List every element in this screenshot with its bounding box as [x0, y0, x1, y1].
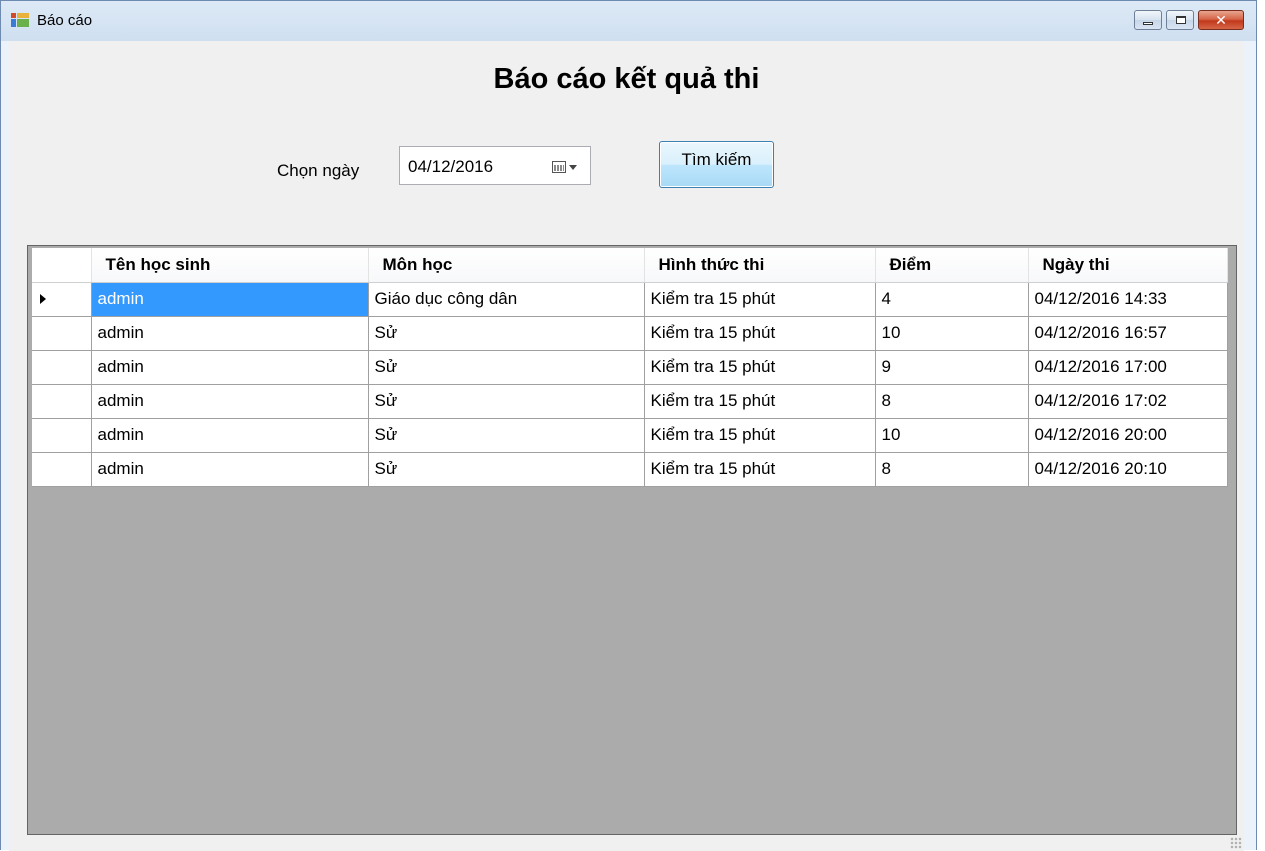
cell-exam-type[interactable]: Kiểm tra 15 phút	[644, 418, 876, 453]
table-row[interactable]: admin Sử Kiểm tra 15 phút 10 04/12/2016 …	[32, 316, 1228, 351]
row-header[interactable]	[32, 282, 92, 317]
minimize-button[interactable]	[1134, 10, 1162, 30]
results-grid[interactable]: Tên học sinh Môn học Hình thức thi Điểm …	[27, 245, 1237, 835]
corner-header[interactable]	[32, 248, 92, 283]
cell-student-name[interactable]: admin	[91, 350, 369, 385]
results-table: Tên học sinh Môn học Hình thức thi Điểm …	[32, 248, 1228, 487]
row-header[interactable]	[32, 418, 92, 453]
cell-student-name[interactable]: admin	[91, 282, 369, 317]
cell-score[interactable]: 4	[875, 282, 1029, 317]
cell-exam-date[interactable]: 04/12/2016 20:00	[1028, 418, 1228, 453]
cell-exam-type[interactable]: Kiểm tra 15 phút	[644, 316, 876, 351]
minimize-icon	[1143, 22, 1153, 25]
cell-score[interactable]: 10	[875, 316, 1029, 351]
search-button[interactable]: Tìm kiếm	[659, 141, 774, 188]
column-header-exam-date[interactable]: Ngày thi	[1028, 248, 1228, 283]
cell-subject[interactable]: Sử	[368, 316, 645, 351]
cell-exam-type[interactable]: Kiểm tra 15 phút	[644, 384, 876, 419]
page-title: Báo cáo kết quả thi	[493, 63, 760, 95]
cell-student-name[interactable]: admin	[91, 384, 369, 419]
cell-exam-type[interactable]: Kiểm tra 15 phút	[644, 350, 876, 385]
close-icon: ✕	[1215, 12, 1227, 28]
cell-student-name[interactable]: admin	[91, 418, 369, 453]
cell-exam-type[interactable]: Kiểm tra 15 phút	[644, 452, 876, 487]
row-header[interactable]	[32, 316, 92, 351]
window-title: Báo cáo	[37, 12, 93, 29]
cell-exam-date[interactable]: 04/12/2016 16:57	[1028, 316, 1228, 351]
chevron-down-icon[interactable]	[569, 165, 577, 170]
maximize-icon	[1176, 16, 1186, 24]
table-row[interactable]: admin Sử Kiểm tra 15 phút 8 04/12/2016 2…	[32, 452, 1228, 487]
caption-buttons: ✕	[1130, 10, 1244, 30]
title-bar[interactable]: Báo cáo ✕	[1, 1, 1256, 41]
table-row[interactable]: admin Sử Kiểm tra 15 phút 10 04/12/2016 …	[32, 418, 1228, 453]
cell-exam-date[interactable]: 04/12/2016 17:02	[1028, 384, 1228, 419]
form-client-area: Báo cáo kết quả thi Chọn ngày 04/12/2016…	[9, 41, 1244, 851]
column-header-score[interactable]: Điểm	[875, 248, 1029, 283]
cell-exam-date[interactable]: 04/12/2016 20:10	[1028, 452, 1228, 487]
calendar-dropdown-icon[interactable]	[552, 161, 566, 173]
table-row[interactable]: admin Sử Kiểm tra 15 phút 8 04/12/2016 1…	[32, 384, 1228, 419]
date-label: Chọn ngày	[277, 161, 360, 180]
cell-student-name[interactable]: admin	[91, 452, 369, 487]
close-button[interactable]: ✕	[1198, 10, 1244, 30]
cell-exam-date[interactable]: 04/12/2016 14:33	[1028, 282, 1228, 317]
cell-subject[interactable]: Sử	[368, 350, 645, 385]
date-picker[interactable]: 04/12/2016	[399, 146, 591, 185]
row-header[interactable]	[32, 350, 92, 385]
cell-student-name[interactable]: admin	[91, 316, 369, 351]
date-value[interactable]: 04/12/2016	[408, 157, 493, 177]
column-header-student-name[interactable]: Tên học sinh	[91, 248, 369, 283]
cell-score[interactable]: 8	[875, 384, 1029, 419]
resize-grip-icon[interactable]	[1230, 837, 1242, 849]
cell-subject[interactable]: Giáo dục công dân	[368, 282, 645, 317]
cell-subject[interactable]: Sử	[368, 384, 645, 419]
column-header-subject[interactable]: Môn học	[368, 248, 645, 283]
app-form-icon	[11, 13, 29, 27]
cell-score[interactable]: 10	[875, 418, 1029, 453]
cell-subject[interactable]: Sử	[368, 452, 645, 487]
maximize-button[interactable]	[1166, 10, 1194, 30]
cell-score[interactable]: 8	[875, 452, 1029, 487]
current-row-arrow-icon	[40, 294, 46, 304]
cell-exam-date[interactable]: 04/12/2016 17:00	[1028, 350, 1228, 385]
table-row[interactable]: admin Sử Kiểm tra 15 phút 9 04/12/2016 1…	[32, 350, 1228, 385]
row-header[interactable]	[32, 384, 92, 419]
cell-score[interactable]: 9	[875, 350, 1029, 385]
row-header[interactable]	[32, 452, 92, 487]
column-header-exam-type[interactable]: Hình thức thi	[644, 248, 876, 283]
cell-subject[interactable]: Sử	[368, 418, 645, 453]
report-window: Báo cáo ✕ Báo cáo kết quả thi Chọn ngày …	[0, 0, 1257, 851]
table-row[interactable]: admin Giáo dục công dân Kiểm tra 15 phút…	[32, 282, 1228, 317]
header-row: Tên học sinh Môn học Hình thức thi Điểm …	[32, 248, 1228, 283]
cell-exam-type[interactable]: Kiểm tra 15 phút	[644, 282, 876, 317]
